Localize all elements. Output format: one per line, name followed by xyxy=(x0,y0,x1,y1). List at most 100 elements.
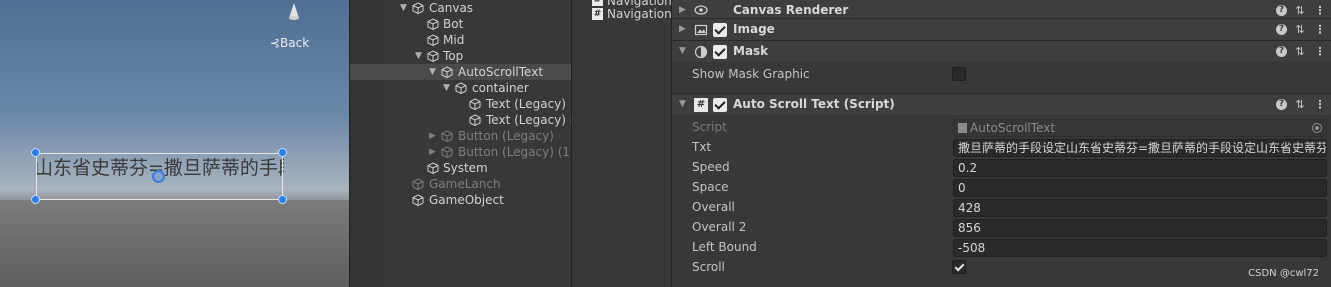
foldout-arrow-icon[interactable]: ▶ xyxy=(679,5,686,15)
hierarchy-item-text-legacy-1[interactable]: Text (Legacy) ( xyxy=(350,112,571,128)
property-label[interactable]: Left Bound xyxy=(692,240,757,254)
property-scroll: Scroll xyxy=(672,258,1331,278)
component-tools: ? ⇅ ⋮ xyxy=(1276,3,1326,19)
property-label: Txt xyxy=(692,140,712,154)
overall-2-field[interactable]: 856 xyxy=(953,219,1327,237)
component-header-image[interactable]: ▶ Image ? ⇅ ⋮ xyxy=(672,18,1331,40)
foldout-arrow-icon[interactable]: ▼ xyxy=(679,99,686,109)
help-icon[interactable]: ? xyxy=(1276,3,1288,19)
hierarchy-item-canvas[interactable]: ▼ Canvas xyxy=(350,0,571,16)
hierarchy-item-label: Mid xyxy=(443,33,465,47)
context-menu-icon[interactable]: ⋮ xyxy=(1314,97,1326,113)
script-file-icon: # xyxy=(592,0,603,6)
component-tools: ? ⇅ ⋮ xyxy=(1276,44,1326,60)
component-title: Mask xyxy=(733,44,769,58)
gameobject-cube-icon xyxy=(441,66,453,78)
hierarchy-item-label: Button (Legacy) xyxy=(458,129,554,143)
hierarchy-item-button-legacy[interactable]: ▶ Button (Legacy) xyxy=(350,128,571,144)
rect-handle-top-left[interactable] xyxy=(31,148,40,157)
space-field[interactable]: 0 xyxy=(953,179,1327,197)
hierarchy-item-label: Text (Legacy) ( xyxy=(486,113,571,127)
scene-ground xyxy=(0,200,349,287)
hierarchy-item-label: GameObject xyxy=(429,193,504,207)
overall-field[interactable]: 428 xyxy=(953,199,1327,217)
component-enabled-checkbox[interactable] xyxy=(713,45,727,59)
preset-icon[interactable]: ⇅ xyxy=(1294,97,1306,113)
project-panel: # NavigationI # NavigationI xyxy=(571,0,671,287)
rect-handle-top-right[interactable] xyxy=(278,148,287,157)
rect-handle-bottom-left[interactable] xyxy=(31,195,40,204)
property-label[interactable]: Overall 2 xyxy=(692,220,746,234)
hierarchy-item-label: container xyxy=(472,81,529,95)
hierarchy-item-top[interactable]: ▼ Top xyxy=(350,48,571,64)
component-header-mask[interactable]: ▼ Mask ? ⇅ ⋮ xyxy=(672,40,1331,62)
hierarchy-item-label: System xyxy=(443,161,488,175)
object-picker-icon[interactable] xyxy=(1312,123,1322,133)
foldout-arrow-icon[interactable]: ▶ xyxy=(679,24,686,34)
component-tools: ? ⇅ ⋮ xyxy=(1276,22,1326,38)
gameobject-cube-icon xyxy=(441,146,453,158)
preset-icon[interactable]: ⇅ xyxy=(1294,22,1306,38)
component-header-auto-scroll-text[interactable]: ▼ # Auto Scroll Text (Script) ? ⇅ ⋮ xyxy=(672,93,1331,115)
left-bound-field[interactable]: -508 xyxy=(953,239,1327,257)
foldout-arrow-icon[interactable]: ▼ xyxy=(443,80,453,96)
hierarchy-item-gamelanch[interactable]: GameLanch xyxy=(350,176,571,192)
hierarchy-item-bot[interactable]: Bot xyxy=(350,16,571,32)
help-icon[interactable]: ? xyxy=(1276,97,1288,113)
context-menu-icon[interactable]: ⋮ xyxy=(1314,3,1326,19)
property-script: Script AutoScrollText xyxy=(672,118,1331,138)
property-txt: Txt 撒旦萨蒂的手段设定山东省史蒂芬=撒旦萨蒂的手段设定山东省史蒂芬 xyxy=(672,138,1331,158)
preset-icon[interactable]: ⇅ xyxy=(1294,44,1306,60)
component-enabled-checkbox[interactable] xyxy=(713,98,727,112)
gameobject-cube-icon xyxy=(427,162,439,174)
hierarchy-item-gameobject[interactable]: GameObject xyxy=(350,192,571,208)
rect-handle-bottom-right[interactable] xyxy=(278,195,287,204)
property-label[interactable]: Speed xyxy=(692,160,730,174)
foldout-arrow-icon[interactable]: ▼ xyxy=(400,0,410,16)
context-menu-icon[interactable]: ⋮ xyxy=(1314,44,1326,60)
script-icon: # xyxy=(694,98,708,112)
hierarchy-item-label: GameLanch xyxy=(429,177,501,191)
hierarchy-item-autoscrolltext[interactable]: ▼ AutoScrollText xyxy=(350,64,571,80)
txt-field[interactable]: 撒旦萨蒂的手段设定山东省史蒂芬=撒旦萨蒂的手段设定山东省史蒂芬 xyxy=(953,139,1327,157)
property-overall-2: Overall 2 856 xyxy=(672,218,1331,238)
help-icon[interactable]: ? xyxy=(1276,22,1288,38)
property-label[interactable]: Overall xyxy=(692,200,735,214)
eye-icon xyxy=(694,5,708,15)
pivot-handle[interactable] xyxy=(152,170,165,183)
speed-field[interactable]: 0.2 xyxy=(953,159,1327,177)
hierarchy-item-text-legacy[interactable]: Text (Legacy) xyxy=(350,96,571,112)
component-title: Auto Scroll Text (Script) xyxy=(733,97,895,111)
back-button[interactable]: ⊰Back xyxy=(270,36,309,50)
component-enabled-checkbox[interactable] xyxy=(713,23,727,37)
scroll-checkbox[interactable] xyxy=(952,260,966,274)
scene-gizmo-icon[interactable] xyxy=(288,3,300,21)
context-menu-icon[interactable]: ⋮ xyxy=(1314,22,1326,38)
hierarchy-item-mid[interactable]: Mid xyxy=(350,32,571,48)
show-mask-graphic-checkbox[interactable] xyxy=(952,67,966,81)
gameobject-cube-icon xyxy=(412,194,424,206)
foldout-arrow-icon[interactable]: ▼ xyxy=(415,48,425,64)
gameobject-cube-icon xyxy=(427,34,439,46)
help-icon[interactable]: ? xyxy=(1276,44,1288,60)
component-header-canvas-renderer[interactable]: ▶ Canvas Renderer ? ⇅ ⋮ xyxy=(672,0,1331,18)
hierarchy-item-button-legacy-1[interactable]: ▶ Button (Legacy) (1) xyxy=(350,144,571,160)
hierarchy-item-label: Top xyxy=(443,49,464,63)
hierarchy-item-system[interactable]: System xyxy=(350,160,571,176)
hierarchy-item-label: Text (Legacy) xyxy=(486,97,566,111)
foldout-arrow-icon[interactable]: ▼ xyxy=(679,46,686,56)
foldout-arrow-icon[interactable]: ▶ xyxy=(429,144,439,160)
property-label[interactable]: Space xyxy=(692,180,729,194)
foldout-arrow-icon[interactable]: ▼ xyxy=(429,64,439,80)
scene-view[interactable]: ⊰Back 山东省史蒂芬=撒旦萨蒂的手段设定山东省史蒂芬 xyxy=(0,0,349,287)
gameobject-cube-icon xyxy=(412,178,424,190)
foldout-arrow-icon[interactable]: ▶ xyxy=(429,128,439,144)
preset-icon[interactable]: ⇅ xyxy=(1294,3,1306,19)
property-label: Scroll xyxy=(692,260,725,274)
script-file-icon xyxy=(958,123,967,133)
property-label: Show Mask Graphic xyxy=(692,67,810,81)
hierarchy-item-container[interactable]: ▼ container xyxy=(350,80,571,96)
script-file-icon: # xyxy=(592,8,603,20)
image-icon xyxy=(694,24,708,36)
project-item[interactable]: NavigationI xyxy=(607,7,671,21)
